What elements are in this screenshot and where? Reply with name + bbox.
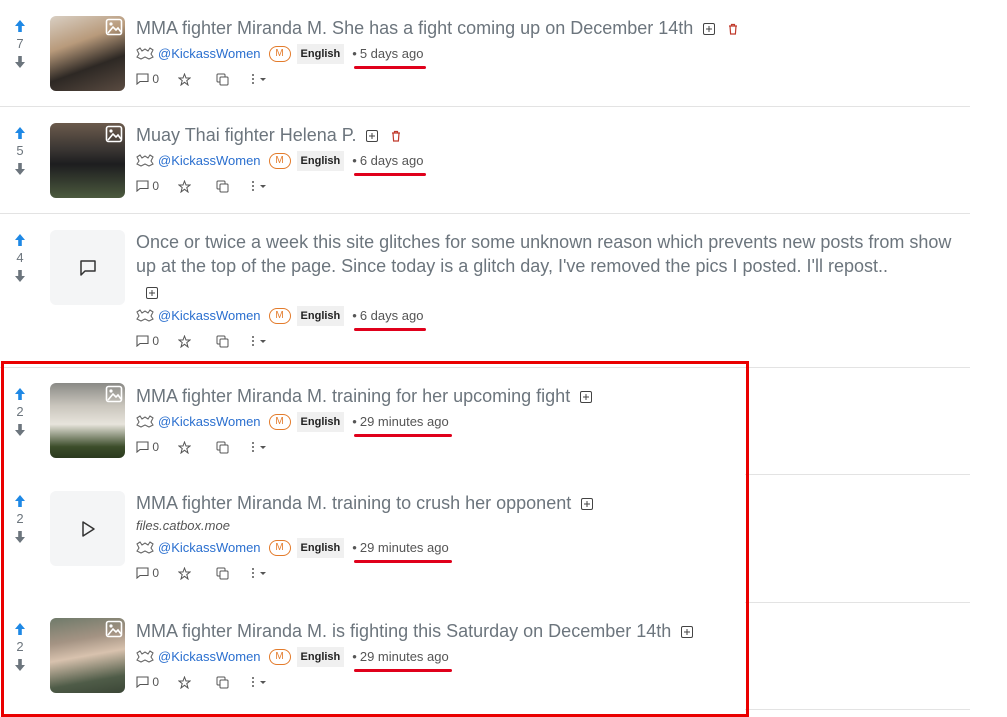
post-meta: @KickassWomen M English • 6 days ago [136, 306, 970, 331]
arrow-up-icon[interactable] [10, 232, 30, 248]
comment-icon [136, 73, 149, 85]
community-link[interactable]: @KickassWomen [158, 307, 261, 325]
post-title: MMA fighter Miranda M. She has a fight c… [136, 16, 970, 40]
more-icon [252, 181, 266, 191]
save-button[interactable] [178, 179, 202, 193]
language-tag: English [296, 306, 345, 326]
save-button[interactable] [178, 334, 202, 348]
language-tag: English [296, 44, 345, 64]
plus-square-icon[interactable] [366, 130, 379, 143]
star-icon [178, 179, 191, 193]
post-title-link[interactable]: MMA fighter Miranda M. She has a fight c… [136, 18, 693, 38]
annotation-underline [353, 173, 427, 176]
post-thumbnail[interactable] [50, 123, 125, 198]
image-icon [105, 125, 123, 143]
copy-icon [216, 180, 229, 192]
post-time-text: 6 days ago [359, 153, 424, 168]
image-icon [105, 18, 123, 36]
more-button[interactable] [250, 73, 270, 85]
arrow-down-icon[interactable] [10, 54, 30, 70]
post-item: 4 Once or twice a week this site glitche… [0, 214, 970, 368]
mod-badge: M [268, 308, 291, 324]
arrow-down-icon[interactable] [10, 268, 30, 284]
copy-icon [216, 335, 229, 347]
mod-badge: M [268, 153, 291, 169]
separator-dot: • [352, 308, 357, 323]
vote-column: 4 [10, 232, 30, 284]
trash-icon[interactable] [390, 130, 402, 142]
post-title: Once or twice a week this site glitches … [136, 230, 970, 302]
post-item: 7 MMA fighter Miranda M. She has a fight… [0, 0, 970, 107]
message-square-icon [79, 259, 96, 276]
comment-icon [136, 335, 149, 347]
comment-icon [136, 180, 149, 192]
trash-icon[interactable] [727, 23, 739, 35]
post-actions: 0 [136, 72, 970, 86]
community-icon [136, 309, 154, 322]
comment-count: 0 [152, 334, 160, 348]
plus-square-icon[interactable] [703, 23, 716, 36]
comments-button[interactable]: 0 [136, 334, 164, 348]
post-title: Muay Thai fighter Helena P. [136, 123, 970, 147]
post-time-text: 5 days ago [359, 46, 424, 61]
post-time-text: 6 days ago [359, 308, 424, 323]
post-thumbnail[interactable] [50, 230, 125, 305]
comment-count: 0 [152, 72, 160, 86]
post-actions: 0 [136, 334, 970, 348]
more-icon [252, 74, 266, 84]
crosspost-button[interactable] [216, 73, 240, 86]
community-link[interactable]: @KickassWomen [158, 45, 261, 63]
vote-column: 7 [10, 18, 30, 70]
post-time[interactable]: 5 days ago [353, 45, 427, 69]
annotation-underline [353, 328, 427, 331]
arrow-up-icon[interactable] [10, 125, 30, 141]
more-icon [252, 336, 266, 346]
vote-column: 5 [10, 125, 30, 177]
post-score: 7 [16, 36, 24, 51]
comment-count: 0 [152, 179, 160, 193]
plus-square-icon[interactable] [146, 287, 158, 300]
post-score: 4 [16, 250, 24, 265]
star-icon [178, 334, 191, 348]
comments-button[interactable]: 0 [136, 179, 164, 193]
copy-icon [216, 73, 229, 85]
crosspost-button[interactable] [216, 335, 240, 348]
post-actions: 0 [136, 179, 970, 193]
star-icon [178, 72, 191, 86]
annotation-underline [353, 66, 427, 69]
community-icon [136, 47, 154, 60]
community-link[interactable]: @KickassWomen [158, 152, 261, 170]
arrow-up-icon[interactable] [10, 18, 30, 34]
separator-dot: • [352, 46, 357, 61]
post-time[interactable]: 6 days ago [353, 307, 427, 331]
more-button[interactable] [250, 180, 270, 192]
save-button[interactable] [178, 72, 202, 86]
more-button[interactable] [250, 335, 270, 347]
separator-dot: • [352, 153, 357, 168]
arrow-down-icon[interactable] [10, 161, 30, 177]
post-meta: @KickassWomen M English • 5 days ago [136, 44, 970, 69]
post-meta: @KickassWomen M English • 6 days ago [136, 151, 970, 176]
post-score: 5 [16, 143, 24, 158]
post-time[interactable]: 6 days ago [353, 152, 427, 176]
post-thumbnail[interactable] [50, 16, 125, 91]
mod-badge: M [268, 46, 291, 62]
community-icon [136, 154, 154, 167]
post-title-link[interactable]: Once or twice a week this site glitches … [136, 232, 951, 276]
post-title-link[interactable]: Muay Thai fighter Helena P. [136, 125, 356, 145]
annotation-highlight-box [1, 361, 749, 717]
divider [745, 709, 970, 710]
language-tag: English [296, 151, 345, 171]
crosspost-button[interactable] [216, 180, 240, 193]
comments-button[interactable]: 0 [136, 72, 164, 86]
post-item: 5 Muay Thai fighter Helena P. @KickassWo… [0, 107, 970, 214]
